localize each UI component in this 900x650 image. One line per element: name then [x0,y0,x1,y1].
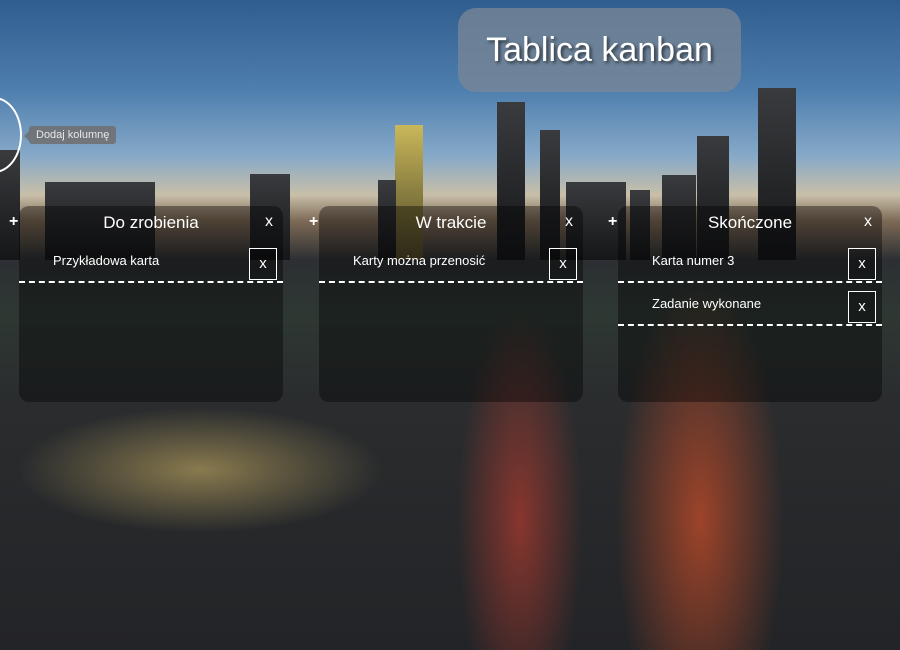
delete-card-button[interactable]: x [249,248,277,280]
add-card-button[interactable]: + [9,213,18,231]
column-todo: + Do zrobienia x Przykładowa karta x [9,206,283,402]
column-done: + Skończone x Karta numer 3 x Zadanie wy… [608,206,882,402]
column-title: W trakcie [415,213,487,232]
delete-column-button[interactable]: x [265,213,273,231]
add-column-tooltip: Dodaj kolumnę [23,126,117,144]
delete-card-button[interactable]: x [549,248,577,280]
card-text: Karty można przenosić [353,253,486,268]
column-title: Skończone [707,213,793,232]
column-in-progress: + W trakcie x Karty można przenosić x [309,206,583,402]
card-text: Karta numer 3 [652,253,735,268]
delete-column-button[interactable]: x [565,213,573,231]
card-text: Zadanie wykonane [652,296,762,311]
delete-card-button[interactable]: x [848,291,876,323]
add-card-button[interactable]: + [309,213,318,231]
title-banner: Tablica kanban [458,8,741,92]
card[interactable]: Karty można przenosić x [319,240,583,283]
card-text: Przykładowa karta [53,253,160,268]
card[interactable]: Przykładowa karta x [19,240,283,283]
column-header: + Do zrobienia x [9,206,283,240]
page-title: Tablica kanban [486,30,713,69]
add-column-button[interactable] [0,97,22,173]
delete-column-button[interactable]: x [864,213,872,231]
column-header: + W trakcie x [309,206,583,240]
column-title: Do zrobienia [103,213,199,232]
column-header: + Skończone x [608,206,882,240]
card[interactable]: Zadanie wykonane x [618,283,882,326]
delete-card-button[interactable]: x [848,248,876,280]
card[interactable]: Karta numer 3 x [618,240,882,283]
add-card-button[interactable]: + [608,213,617,231]
